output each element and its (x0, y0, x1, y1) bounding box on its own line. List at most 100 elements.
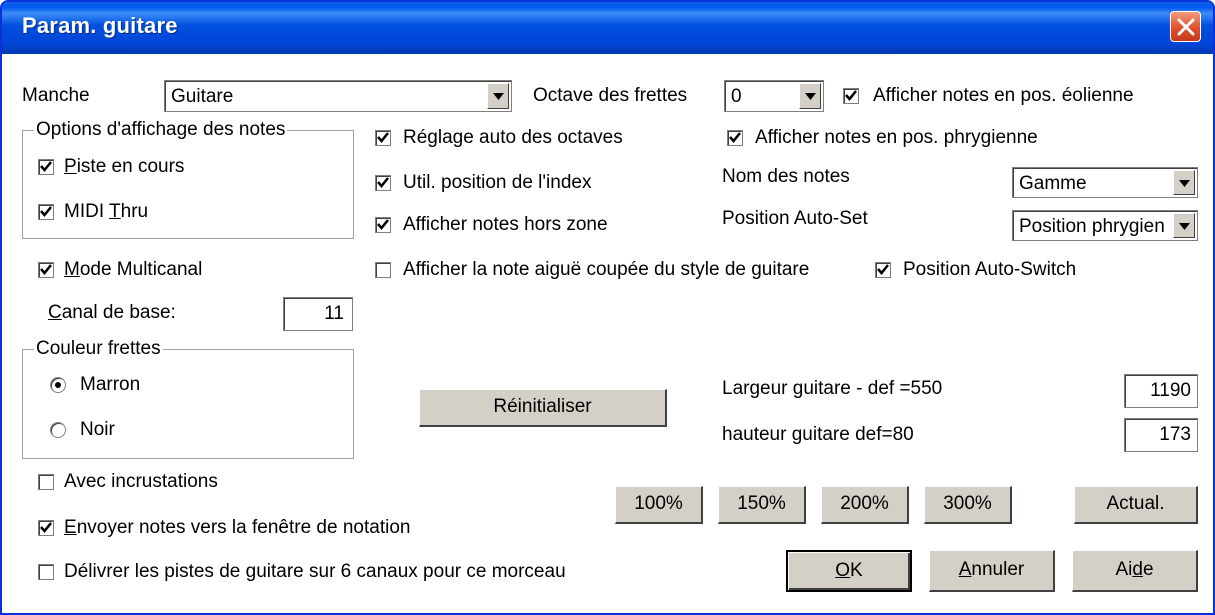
aide-button[interactable]: Aide (1072, 550, 1198, 592)
auto-switch-checkbox[interactable] (875, 262, 891, 278)
envoyer-checkbox[interactable] (38, 520, 54, 536)
checkmark-icon (877, 264, 889, 275)
chevron-down-icon (805, 93, 816, 100)
chevron-down-icon (493, 93, 504, 100)
options-group-title: Options d'affichage des notes (34, 119, 288, 141)
envoyer-label: Envoyer notes vers la fenêtre de notatio… (64, 517, 410, 539)
nom-notes-select[interactable]: Gamme (1012, 167, 1198, 198)
chevron-down-icon (1179, 180, 1190, 187)
piste-label-rest: iste en cours (76, 156, 185, 177)
actual-label: Actual. (1106, 493, 1165, 514)
nom-notes-label: Nom des notes (722, 166, 850, 187)
marron-label: Marron (80, 374, 141, 395)
aide-accel: d (1132, 559, 1143, 580)
piste-label: Piste en cours (64, 156, 184, 178)
zoom-100-button[interactable]: 100% (615, 486, 703, 524)
close-button[interactable] (1170, 11, 1201, 42)
aide-pre: Ai (1115, 559, 1133, 580)
mode-multicanal-checkbox[interactable] (38, 262, 54, 278)
largeur-value: 1190 (1150, 380, 1191, 401)
envoyer-rest: nvoyer notes vers la fenêtre de notation (76, 517, 411, 538)
checkmark-icon (40, 264, 52, 275)
octave-select[interactable]: 0 (724, 80, 824, 112)
canal-label-accel: C (48, 302, 62, 323)
position-autoset-select[interactable]: Position phrygien (1012, 210, 1198, 241)
manche-value: Guitare (171, 86, 234, 107)
auto-switch-label: Position Auto-Switch (903, 259, 1077, 280)
hauteur-value: 173 (1159, 424, 1191, 445)
incrustations-label: Avec incrustations (64, 471, 218, 492)
zoom-300-label: 300% (943, 493, 992, 514)
radio-selected-dot (55, 382, 61, 388)
canal-value: 11 (324, 303, 344, 324)
piste-label-accel: P (64, 156, 77, 177)
actual-button[interactable]: Actual. (1074, 486, 1198, 524)
checkmark-icon (40, 206, 52, 217)
manche-select[interactable]: Guitare (164, 80, 512, 112)
hors-zone-checkbox[interactable] (375, 217, 391, 233)
zoom-200-label: 200% (840, 493, 889, 514)
midi-thru-checkbox[interactable] (38, 204, 54, 220)
dialog-body: Manche Guitare Octave des frettes 0 Affi… (2, 54, 1213, 613)
phrygienne-checkbox[interactable] (727, 130, 743, 146)
note-aigue-label: Afficher la note aiguë coupée du style d… (403, 259, 810, 280)
dialog-window: Param. guitare Manche Guitare Octave des… (0, 0, 1215, 615)
mode-multicanal-label: Mode Multicanal (64, 259, 202, 281)
manche-label: Manche (22, 85, 90, 106)
position-autoset-value: Position phrygien (1019, 216, 1165, 237)
checkmark-icon (729, 132, 741, 143)
mode-multicanal-accel: M (64, 259, 80, 280)
ok-rest: K (850, 560, 863, 581)
reinitialiser-button[interactable]: Réinitialiser (419, 389, 667, 427)
nom-notes-value: Gamme (1019, 173, 1087, 194)
octave-label: Octave des frettes (533, 85, 688, 106)
util-index-label: Util. position de l'index (403, 172, 592, 193)
zoom-300-button[interactable]: 300% (924, 486, 1012, 524)
window-title: Param. guitare (22, 13, 178, 38)
ok-button[interactable]: OK (786, 550, 912, 592)
canal-label-rest: anal de base: (61, 302, 176, 323)
checkmark-icon (40, 522, 52, 533)
delivrer-checkbox[interactable] (38, 564, 54, 580)
annuler-label: Annuler (959, 559, 1025, 580)
eolienne-checkbox[interactable] (843, 88, 859, 104)
marron-radio[interactable] (50, 377, 66, 393)
note-aigue-checkbox[interactable] (375, 262, 391, 278)
largeur-label: Largeur guitare - def =550 (722, 378, 943, 399)
canal-label: Canal de base: (48, 302, 176, 324)
util-index-checkbox[interactable] (375, 175, 391, 191)
close-icon (1177, 18, 1195, 36)
title-bar[interactable]: Param. guitare (2, 2, 1213, 54)
midi-thru-label-pre: MIDI (64, 201, 110, 222)
position-autoset-dropdown-button[interactable] (1173, 213, 1195, 238)
canal-input[interactable]: 11 (283, 297, 353, 331)
annuler-rest: nnuler (971, 559, 1025, 580)
midi-thru-label-accel: T (109, 201, 121, 222)
reglage-auto-label: Réglage auto des octaves (403, 127, 623, 148)
largeur-input[interactable]: 1190 (1124, 374, 1198, 408)
delivrer-label: Délivrer les pistes de guitare sur 6 can… (64, 561, 566, 582)
phrygienne-label: Afficher notes en pos. phrygienne (755, 127, 1038, 148)
ok-label: OK (835, 560, 862, 581)
checkmark-icon (40, 161, 52, 172)
checkmark-icon (377, 177, 389, 188)
piste-checkbox[interactable] (38, 159, 54, 175)
annuler-button[interactable]: Annuler (929, 550, 1055, 592)
eolienne-label: Afficher notes en pos. éolienne (873, 85, 1134, 106)
hauteur-label: hauteur guitare def=80 (722, 424, 914, 445)
midi-thru-label-rest: hru (120, 201, 149, 222)
incrustations-checkbox[interactable] (38, 474, 54, 490)
noir-radio[interactable] (50, 422, 66, 438)
zoom-150-button[interactable]: 150% (718, 486, 806, 524)
checkmark-icon (845, 90, 857, 101)
hauteur-input[interactable]: 173 (1124, 418, 1198, 452)
noir-label: Noir (80, 419, 115, 440)
nom-notes-dropdown-button[interactable] (1173, 170, 1195, 195)
aide-rest: e (1142, 559, 1154, 580)
aide-label: Aide (1115, 559, 1153, 580)
reglage-auto-checkbox[interactable] (375, 130, 391, 146)
zoom-200-button[interactable]: 200% (821, 486, 909, 524)
couleur-frettes-group (22, 349, 354, 459)
manche-dropdown-button[interactable] (487, 83, 509, 109)
octave-dropdown-button[interactable] (799, 83, 821, 109)
